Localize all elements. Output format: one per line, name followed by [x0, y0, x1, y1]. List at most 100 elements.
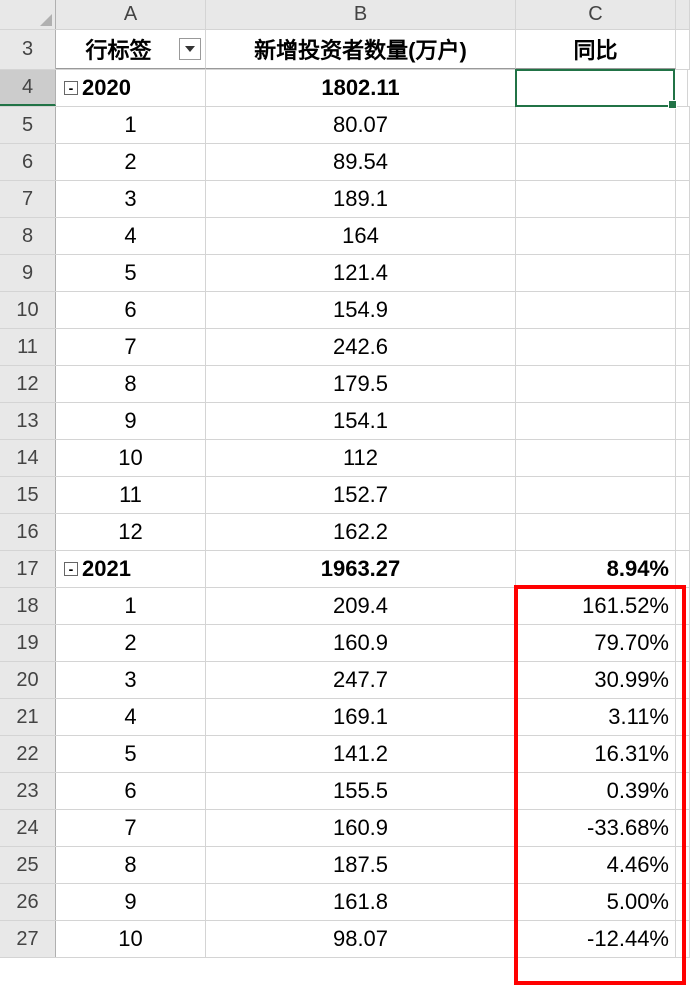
yoy-cell[interactable]: [516, 329, 676, 365]
value-cell[interactable]: 242.6: [206, 329, 516, 365]
cell-d[interactable]: [676, 884, 690, 920]
row-number[interactable]: 5: [0, 107, 56, 143]
yoy-cell[interactable]: -33.68%: [516, 810, 676, 846]
yoy-cell[interactable]: [516, 514, 676, 550]
col-header-a[interactable]: A: [56, 0, 206, 29]
month-cell[interactable]: 4: [56, 699, 206, 735]
row-number[interactable]: 17: [0, 551, 56, 587]
cell-d[interactable]: [676, 366, 690, 402]
yoy-cell[interactable]: 30.99%: [516, 662, 676, 698]
row-number[interactable]: 6: [0, 144, 56, 180]
value-cell[interactable]: 162.2: [206, 514, 516, 550]
month-cell[interactable]: 5: [56, 736, 206, 772]
cell-d[interactable]: [676, 514, 690, 550]
yoy-cell[interactable]: [516, 218, 676, 254]
row-number[interactable]: 9: [0, 255, 56, 291]
cell-d[interactable]: [676, 921, 690, 957]
value-cell[interactable]: 187.5: [206, 847, 516, 883]
value-cell[interactable]: 89.54: [206, 144, 516, 180]
cell-d[interactable]: [676, 30, 690, 69]
cell-d[interactable]: [676, 440, 690, 476]
cell-d[interactable]: [676, 403, 690, 439]
value-cell[interactable]: 189.1: [206, 181, 516, 217]
cell-d[interactable]: [676, 551, 690, 587]
year-yoy-cell[interactable]: [515, 69, 675, 107]
yoy-cell[interactable]: [516, 181, 676, 217]
value-cell[interactable]: 141.2: [206, 736, 516, 772]
yoy-cell[interactable]: 0.39%: [516, 773, 676, 809]
row-number[interactable]: 11: [0, 329, 56, 365]
year-value-cell[interactable]: 1802.11: [206, 70, 516, 106]
month-cell[interactable]: 12: [56, 514, 206, 550]
col-header-b[interactable]: B: [206, 0, 516, 29]
yoy-cell[interactable]: 5.00%: [516, 884, 676, 920]
value-cell[interactable]: 154.9: [206, 292, 516, 328]
month-cell[interactable]: 8: [56, 847, 206, 883]
yoy-cell[interactable]: 16.31%: [516, 736, 676, 772]
filter-dropdown-icon[interactable]: [179, 38, 201, 60]
value-cell[interactable]: 121.4: [206, 255, 516, 291]
cell-d[interactable]: [676, 662, 690, 698]
year-group-cell[interactable]: -2020: [56, 70, 206, 106]
row-number[interactable]: 4: [0, 70, 56, 106]
value-cell[interactable]: 80.07: [206, 107, 516, 143]
yoy-cell[interactable]: -12.44%: [516, 921, 676, 957]
value-cell[interactable]: 98.07: [206, 921, 516, 957]
row-number[interactable]: 27: [0, 921, 56, 957]
value-cell[interactable]: 179.5: [206, 366, 516, 402]
year-yoy-cell[interactable]: 8.94%: [516, 551, 676, 587]
row-number[interactable]: 14: [0, 440, 56, 476]
value-cell[interactable]: 209.4: [206, 588, 516, 624]
col-header-d[interactable]: [676, 0, 690, 29]
cell-d[interactable]: [676, 292, 690, 328]
cell-d[interactable]: [676, 699, 690, 735]
cell-d[interactable]: [676, 329, 690, 365]
cell-d[interactable]: [676, 588, 690, 624]
cell-d[interactable]: [676, 144, 690, 180]
row-number[interactable]: 20: [0, 662, 56, 698]
value-cell[interactable]: 160.9: [206, 810, 516, 846]
yoy-cell[interactable]: [516, 107, 676, 143]
header-yoy[interactable]: 同比: [516, 30, 676, 69]
row-number[interactable]: 7: [0, 181, 56, 217]
yoy-cell[interactable]: [516, 366, 676, 402]
month-cell[interactable]: 2: [56, 625, 206, 661]
value-cell[interactable]: 154.1: [206, 403, 516, 439]
cell-d[interactable]: [676, 218, 690, 254]
row-number[interactable]: 25: [0, 847, 56, 883]
yoy-cell[interactable]: 3.11%: [516, 699, 676, 735]
yoy-cell[interactable]: 4.46%: [516, 847, 676, 883]
row-number[interactable]: 12: [0, 366, 56, 402]
row-number[interactable]: 21: [0, 699, 56, 735]
select-all-corner[interactable]: [0, 0, 56, 29]
month-cell[interactable]: 3: [56, 181, 206, 217]
value-cell[interactable]: 164: [206, 218, 516, 254]
month-cell[interactable]: 1: [56, 588, 206, 624]
collapse-icon[interactable]: -: [64, 562, 78, 576]
month-cell[interactable]: 6: [56, 292, 206, 328]
yoy-cell[interactable]: [516, 144, 676, 180]
month-cell[interactable]: 9: [56, 403, 206, 439]
month-cell[interactable]: 9: [56, 884, 206, 920]
cell-d[interactable]: [676, 773, 690, 809]
yoy-cell[interactable]: [516, 403, 676, 439]
year-value-cell[interactable]: 1963.27: [206, 551, 516, 587]
header-value[interactable]: 新增投资者数量(万户): [206, 30, 516, 69]
col-header-c[interactable]: C: [516, 0, 676, 29]
year-group-cell[interactable]: -2021: [56, 551, 206, 587]
month-cell[interactable]: 8: [56, 366, 206, 402]
month-cell[interactable]: 6: [56, 773, 206, 809]
month-cell[interactable]: 11: [56, 477, 206, 513]
cell-d[interactable]: [676, 810, 690, 846]
cell-d[interactable]: [676, 107, 690, 143]
cell-d[interactable]: [676, 477, 690, 513]
month-cell[interactable]: 10: [56, 921, 206, 957]
value-cell[interactable]: 160.9: [206, 625, 516, 661]
yoy-cell[interactable]: 79.70%: [516, 625, 676, 661]
month-cell[interactable]: 2: [56, 144, 206, 180]
row-number[interactable]: 16: [0, 514, 56, 550]
header-row-label[interactable]: 行标签: [56, 30, 206, 69]
yoy-cell[interactable]: [516, 477, 676, 513]
row-number[interactable]: 24: [0, 810, 56, 846]
cell-d[interactable]: [676, 625, 690, 661]
